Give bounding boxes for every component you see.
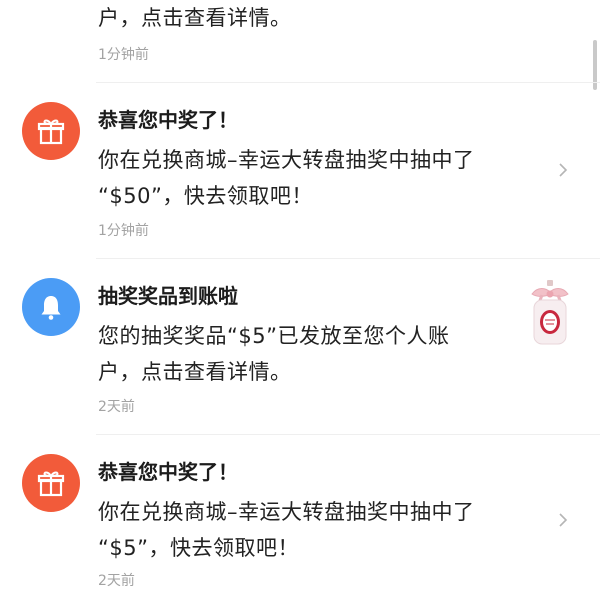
divider [96,434,600,435]
notification-body-line: “$50”，快去领取吧！ [98,184,313,208]
notification-body-line: 您的抽奖奖品“$5”已发放至您个人账 [98,324,450,348]
notification-body-line: 户，点击查看详情。 [98,6,292,30]
notification-body-line: 你在兑换商城–幸运大转盘抽奖中抽中了 [98,500,475,524]
notification-body-line: 你在兑换商城–幸运大转盘抽奖中抽中了 [98,148,475,172]
notification-list: 户，点击查看详情。 1分钟前 恭喜您中奖了！ 你在兑换商城–幸运大转盘抽奖中抽中… [0,0,600,600]
chevron-right-icon[interactable] [555,162,571,178]
notification-title: 恭喜您中奖了！ [98,460,238,484]
divider [96,258,600,259]
notification-time: 2天前 [98,573,135,589]
notification-title: 恭喜您中奖了！ [98,108,238,132]
notification-time: 1分钟前 [98,47,149,63]
notification-body-line: 户，点击查看详情。 [98,360,292,384]
gift-icon [22,454,80,512]
chevron-right-icon[interactable] [555,512,571,528]
notification-time: 1分钟前 [98,223,149,239]
notification-time: 2天前 [98,399,135,415]
perfume-bottle-thumbnail [518,278,582,350]
notification-title: 抽奖奖品到账啦 [98,284,238,308]
bell-icon [22,278,80,336]
divider [96,82,600,83]
gift-icon [22,102,80,160]
notification-body-line: “$5”，快去领取吧！ [98,536,299,560]
